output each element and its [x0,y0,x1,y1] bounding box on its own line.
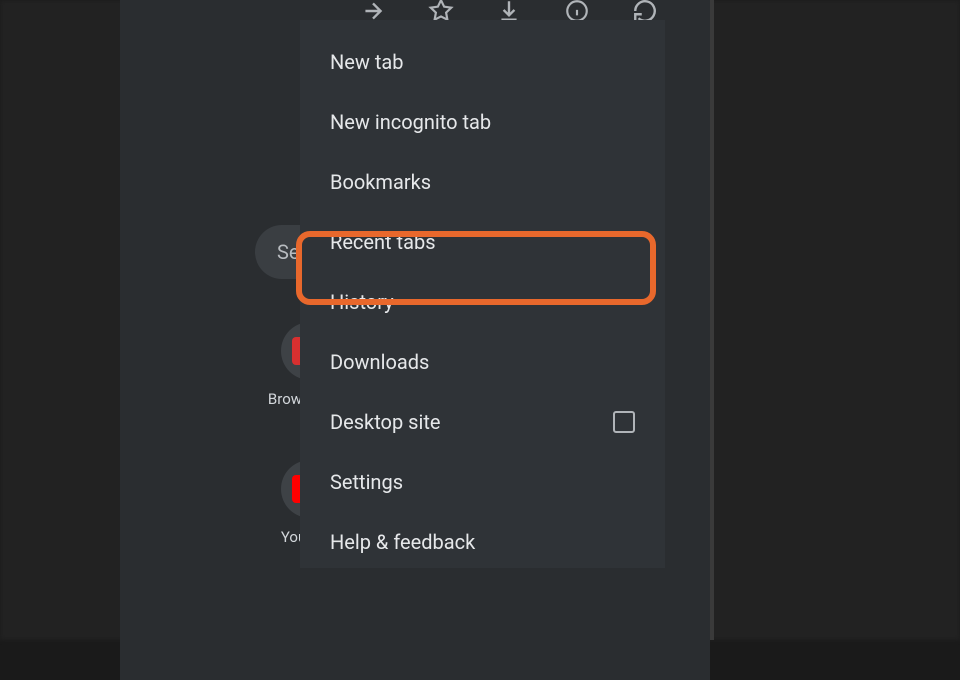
overflow-menu: New tab New incognito tab Bookmarks Rece… [300,20,665,568]
menu-label: Recent tabs [330,230,436,254]
menu-desktop-site[interactable]: Desktop site [300,392,665,452]
desktop-site-checkbox[interactable] [613,411,635,433]
menu-new-incognito[interactable]: New incognito tab [300,92,665,152]
menu-downloads[interactable]: Downloads [300,332,665,392]
menu-recent-tabs[interactable]: Recent tabs [300,212,665,272]
menu-label: Desktop site [330,410,440,434]
phone-edge [710,0,714,640]
menu-label: New tab [330,50,404,74]
menu-new-tab[interactable]: New tab [300,32,665,92]
menu-label: History [330,290,394,314]
menu-label: Downloads [330,350,429,374]
menu-bookmarks[interactable]: Bookmarks [300,152,665,212]
menu-history[interactable]: History [300,272,665,332]
menu-settings[interactable]: Settings [300,452,665,512]
menu-label: New incognito tab [330,110,491,134]
menu-help[interactable]: Help & feedback [300,512,665,556]
menu-label: Help & feedback [330,530,475,554]
menu-label: Settings [330,470,403,494]
menu-label: Bookmarks [330,170,431,194]
